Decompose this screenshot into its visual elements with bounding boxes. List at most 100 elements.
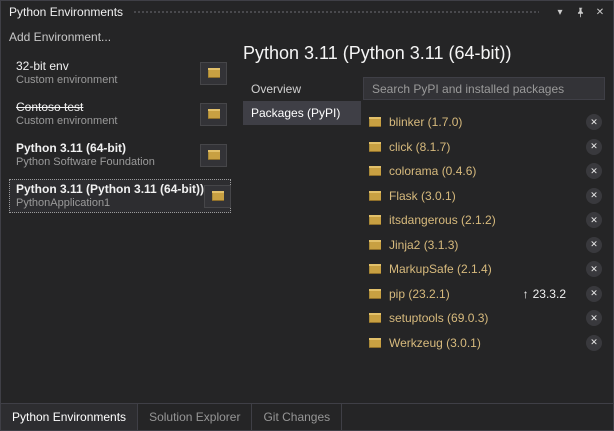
uninstall-package-button[interactable]: ✕ — [586, 261, 602, 277]
chevron-down-icon: ▾ — [557, 7, 562, 18]
package-icon — [369, 166, 381, 176]
close-button[interactable]: ✕ — [591, 3, 609, 21]
package-icon — [208, 109, 220, 119]
package-name: click (8.1.7) — [389, 140, 450, 154]
page-title: Python 3.11 (Python 3.11 (64-bit)) — [243, 43, 605, 64]
package-icon — [369, 215, 381, 225]
env-item-python311[interactable]: Python 3.11 (64-bit) Python Software Fou… — [9, 138, 231, 172]
close-icon: ✕ — [596, 7, 604, 18]
close-icon: ✕ — [590, 313, 598, 324]
package-name: colorama (0.4.6) — [389, 164, 476, 178]
tab-packages-pypi[interactable]: Packages (PyPI) — [243, 101, 361, 125]
env-item-text: Python 3.11 (64-bit) Python Software Fou… — [16, 141, 155, 169]
bottom-tab-solution-explorer[interactable]: Solution Explorer — [138, 404, 252, 430]
env-description: Custom environment — [16, 115, 118, 128]
close-icon: ✕ — [590, 166, 598, 177]
package-name: itsdangerous (2.1.2) — [389, 213, 496, 227]
bottom-tab-python-environments[interactable]: Python Environments — [1, 404, 138, 430]
drag-grip[interactable] — [133, 10, 539, 15]
environment-list: 32-bit env Custom environment Contoso te… — [9, 56, 235, 213]
package-row[interactable]: Jinja2 (3.1.3) ✕ — [363, 233, 605, 258]
titlebar: Python Environments ▾ ✕ — [1, 1, 613, 23]
close-icon: ✕ — [590, 215, 598, 226]
package-icon — [208, 150, 220, 160]
bottom-tab-git-changes[interactable]: Git Changes — [252, 404, 342, 430]
package-row[interactable]: setuptools (69.0.3) ✕ — [363, 306, 605, 331]
close-icon: ✕ — [590, 239, 598, 250]
package-name: blinker (1.7.0) — [389, 115, 462, 129]
package-icon — [369, 338, 381, 348]
main-area: Add Environment... 32-bit env Custom env… — [1, 23, 613, 403]
package-row[interactable]: Flask (3.0.1) ✕ — [363, 184, 605, 209]
python-environments-window: Python Environments ▾ ✕ Add Environment.… — [0, 0, 614, 431]
uninstall-package-button[interactable]: ✕ — [586, 212, 602, 228]
uninstall-package-button[interactable]: ✕ — [586, 188, 602, 204]
env-description: Custom environment — [16, 74, 118, 87]
package-name: Werkzeug (3.0.1) — [389, 336, 481, 350]
uninstall-package-button[interactable]: ✕ — [586, 237, 602, 253]
close-icon: ✕ — [590, 190, 598, 201]
package-icon — [208, 68, 220, 78]
env-item-text: Python 3.11 (Python 3.11 (64-bit)) Pytho… — [16, 182, 204, 210]
env-name: Contoso test — [16, 100, 118, 115]
env-item-contoso[interactable]: Contoso test Custom environment — [9, 97, 231, 131]
package-name: setuptools (69.0.3) — [389, 311, 488, 325]
update-package-button[interactable]: ↑ 23.3.2 — [523, 287, 566, 301]
package-name: MarkupSafe (2.1.4) — [389, 262, 492, 276]
packages-panel: blinker (1.7.0) ✕ click (8.1.7) ✕ — [363, 77, 605, 403]
package-row[interactable]: blinker (1.7.0) ✕ — [363, 110, 605, 135]
package-icon — [369, 117, 381, 127]
env-item-text: Contoso test Custom environment — [16, 100, 118, 128]
close-icon: ✕ — [590, 141, 598, 152]
uninstall-package-button[interactable]: ✕ — [586, 139, 602, 155]
uninstall-package-button[interactable]: ✕ — [586, 286, 602, 302]
update-arrow-icon: ↑ — [523, 287, 529, 301]
package-row[interactable]: click (8.1.7) ✕ — [363, 135, 605, 160]
package-icon — [212, 191, 224, 201]
package-icon — [369, 142, 381, 152]
package-name: Flask (3.0.1) — [389, 189, 456, 203]
package-name: Jinja2 (3.1.3) — [389, 238, 458, 252]
detail-tabs: Overview Packages (PyPI) — [243, 77, 361, 403]
env-item-text: 32-bit env Custom environment — [16, 59, 118, 87]
package-icon — [369, 289, 381, 299]
close-icon: ✕ — [590, 337, 598, 348]
uninstall-package-button[interactable]: ✕ — [586, 163, 602, 179]
package-manager-button[interactable] — [200, 62, 227, 85]
package-icon — [369, 264, 381, 274]
pin-icon — [575, 7, 586, 18]
bottom-tab-bar: Python Environments Solution Explorer Gi… — [1, 403, 613, 430]
package-icon — [369, 191, 381, 201]
environment-list-panel: Add Environment... 32-bit env Custom env… — [1, 23, 235, 403]
pin-button[interactable] — [571, 3, 589, 21]
package-name: pip (23.2.1) — [389, 287, 450, 301]
close-icon: ✕ — [590, 117, 598, 128]
package-manager-button[interactable] — [204, 185, 231, 208]
env-name: Python 3.11 (64-bit) — [16, 141, 155, 156]
tab-overview[interactable]: Overview — [243, 77, 361, 101]
environment-detail-panel: Python 3.11 (Python 3.11 (64-bit)) Overv… — [235, 23, 613, 403]
package-manager-button[interactable] — [200, 144, 227, 167]
package-row[interactable]: MarkupSafe (2.1.4) ✕ — [363, 257, 605, 282]
package-row[interactable]: itsdangerous (2.1.2) ✕ — [363, 208, 605, 233]
add-environment-link[interactable]: Add Environment... — [9, 30, 235, 44]
uninstall-package-button[interactable]: ✕ — [586, 335, 602, 351]
env-item-python311-app[interactable]: Python 3.11 (Python 3.11 (64-bit)) Pytho… — [9, 179, 231, 213]
package-list: blinker (1.7.0) ✕ click (8.1.7) ✕ — [363, 110, 605, 355]
package-row[interactable]: colorama (0.4.6) ✕ — [363, 159, 605, 184]
package-row[interactable]: pip (23.2.1) ↑ 23.3.2 ✕ — [363, 282, 605, 307]
uninstall-package-button[interactable]: ✕ — [586, 310, 602, 326]
package-manager-button[interactable] — [200, 103, 227, 126]
package-icon — [369, 313, 381, 323]
env-name: 32-bit env — [16, 59, 118, 74]
detail-body: Overview Packages (PyPI) blinker (1.7.0)… — [243, 77, 605, 403]
env-description: PythonApplication1 — [16, 197, 204, 210]
update-version: 23.3.2 — [533, 287, 566, 301]
window-position-button[interactable]: ▾ — [551, 3, 569, 21]
search-input[interactable] — [363, 77, 605, 100]
close-icon: ✕ — [590, 288, 598, 299]
uninstall-package-button[interactable]: ✕ — [586, 114, 602, 130]
package-row[interactable]: Werkzeug (3.0.1) ✕ — [363, 331, 605, 356]
window-title: Python Environments — [9, 5, 123, 19]
env-item-32bit[interactable]: 32-bit env Custom environment — [9, 56, 231, 90]
